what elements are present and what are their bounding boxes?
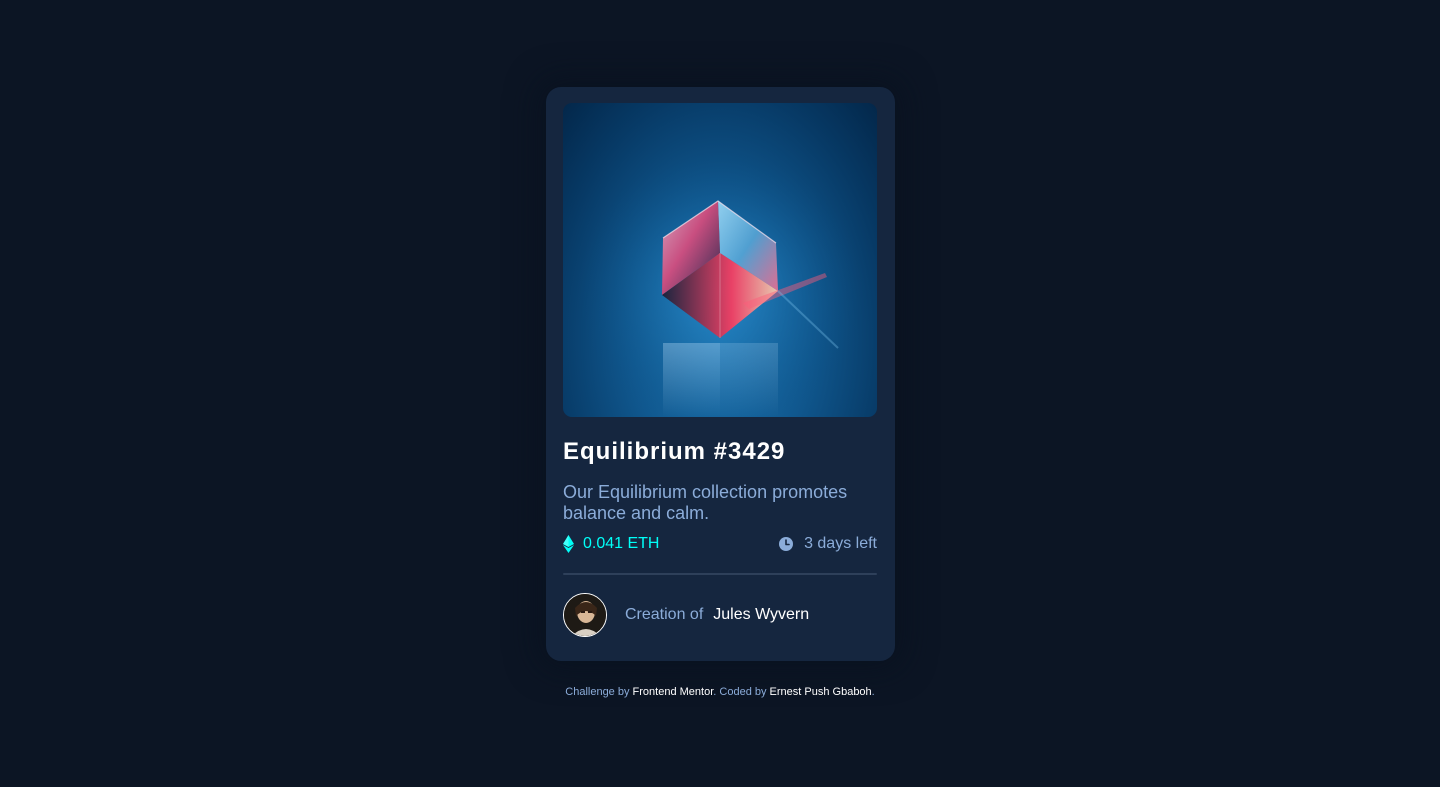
- attribution-end: .: [871, 686, 875, 698]
- attribution: Challenge by Frontend Mentor. Coded by E…: [0, 686, 1440, 698]
- creator-name-link[interactable]: Jules Wyvern: [713, 606, 809, 624]
- ethereum-icon: [563, 535, 574, 553]
- price-group: 0.041 ETH: [563, 535, 659, 553]
- price-value: 0.041 ETH: [583, 535, 660, 552]
- clock-icon: [779, 537, 794, 551]
- card-divider: [563, 573, 877, 575]
- nft-image[interactable]: [563, 103, 877, 417]
- avatar: [563, 592, 607, 637]
- creator-label: Creation of: [625, 605, 704, 623]
- nft-description: Our Equilibrium collection promotes bala…: [563, 482, 848, 523]
- author-link[interactable]: Ernest Push Gbaboh: [770, 686, 872, 698]
- avatar-portrait: [564, 593, 606, 636]
- page: Equilibrium #3429 Our Equilibrium collec…: [0, 0, 1440, 787]
- nft-title[interactable]: Equilibrium #3429: [563, 438, 785, 466]
- nft-stats: 0.041 ETH 3 days left: [563, 535, 877, 557]
- attribution-challenge-prefix: Challenge by: [565, 686, 630, 698]
- time-group: 3 days left: [779, 535, 877, 553]
- attribution-coded-prefix: Coded by: [719, 686, 767, 698]
- creator-row: Creation of Jules Wyvern: [563, 591, 809, 638]
- crystal-cube-illustration: [563, 103, 877, 417]
- frontend-mentor-link[interactable]: Frontend Mentor: [633, 686, 714, 698]
- time-left-value: 3 days left: [804, 535, 877, 552]
- nft-card: Equilibrium #3429 Our Equilibrium collec…: [546, 87, 895, 661]
